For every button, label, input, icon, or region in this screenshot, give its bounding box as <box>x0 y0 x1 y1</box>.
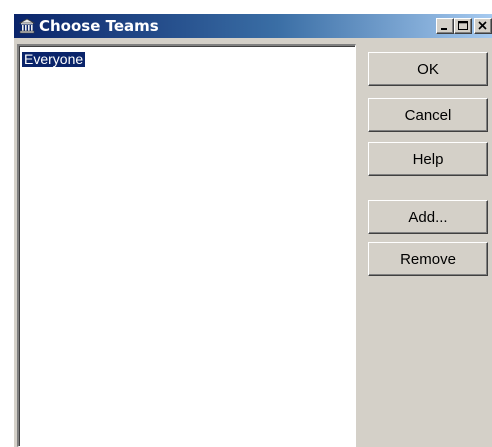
window-title: Choose Teams <box>39 17 159 35</box>
building-icon <box>18 18 36 34</box>
title-bar[interactable]: Choose Teams <box>14 14 492 38</box>
maximize-button[interactable] <box>454 18 472 34</box>
remove-button[interactable]: Remove <box>368 242 488 276</box>
teams-listbox[interactable]: Everyone <box>17 44 356 447</box>
close-button[interactable] <box>474 18 492 34</box>
minimize-button[interactable] <box>436 18 454 34</box>
ok-button[interactable]: OK <box>368 52 488 86</box>
list-item-everyone[interactable]: Everyone <box>22 52 86 67</box>
add-button[interactable]: Add... <box>368 200 488 234</box>
help-button[interactable]: Help <box>368 142 488 176</box>
cancel-button[interactable]: Cancel <box>368 98 488 132</box>
choose-teams-dialog: Choose Teams Everyone OK Cancel Help Add… <box>14 14 492 447</box>
